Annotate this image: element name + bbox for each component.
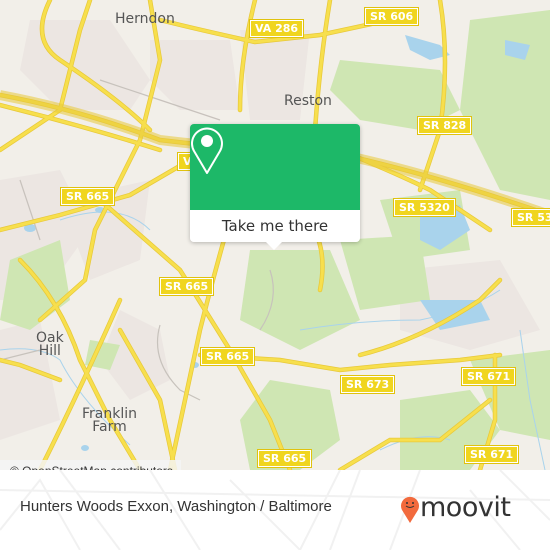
popup-pointer xyxy=(266,242,282,250)
moovit-brand-text: moovit xyxy=(420,492,511,523)
road-shield-sr-671: SR 671 xyxy=(460,367,517,386)
destination-popup: Take me there xyxy=(190,124,360,250)
location-title: Hunters Woods Exxon, Washington / Baltim… xyxy=(20,498,332,515)
road-shield-va-286: VA 286 xyxy=(248,19,305,38)
moovit-logo[interactable]: moovit xyxy=(400,488,540,528)
road-shield-sr-532: SR 532 xyxy=(510,208,550,227)
road-shield-sr-828: SR 828 xyxy=(416,116,473,135)
location-pin-icon xyxy=(191,127,223,174)
road-shield-sr-665: SR 665 xyxy=(158,277,215,296)
place-label-reston: Reston xyxy=(284,93,332,109)
place-label-oak-hill: Oak Hill xyxy=(36,330,64,359)
moovit-pin-smiley-icon xyxy=(401,496,419,523)
road-shield-sr-673: SR 673 xyxy=(339,375,396,394)
place-label-franklin-farm: Franklin Farm xyxy=(82,406,138,435)
road-shield-sr-5320: SR 5320 xyxy=(393,198,456,217)
place-label-herndon: Herndon xyxy=(115,11,175,27)
road-shield-sr-665: SR 665 xyxy=(59,187,116,206)
map-view[interactable]: Herndon Reston Oak Hill Franklin Farm VA… xyxy=(0,0,550,470)
footer-bar: Hunters Woods Exxon, Washington / Baltim… xyxy=(0,470,550,550)
road-shield-sr-671: SR 671 xyxy=(463,445,520,464)
popup-header xyxy=(190,124,360,210)
road-shield-sr-665: SR 665 xyxy=(199,347,256,366)
road-shield-sr-665: SR 665 xyxy=(256,449,313,468)
take-me-there-button[interactable]: Take me there xyxy=(190,210,360,242)
map-attribution[interactable]: © OpenStreetMap contributors xyxy=(0,460,181,470)
road-shield-sr-606: SR 606 xyxy=(363,7,420,26)
